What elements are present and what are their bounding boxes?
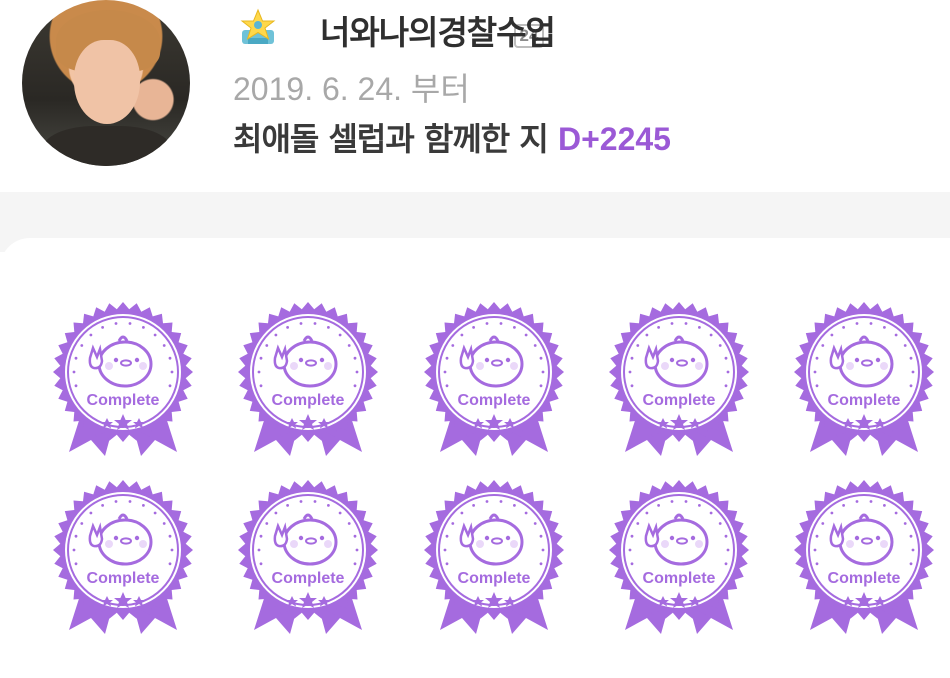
complete-stamp[interactable]: Complete	[605, 300, 753, 460]
medal-badge-icon: Complete	[424, 302, 564, 456]
stamp-label: Complete	[272, 570, 345, 587]
complete-stamp[interactable]: Complete	[790, 300, 938, 460]
stamp-label: Complete	[458, 570, 531, 587]
medal-badge-icon: Complete	[238, 480, 378, 634]
medal-badge-icon: Complete	[609, 302, 749, 456]
complete-stamp[interactable]: Complete	[605, 478, 753, 638]
stamp-label: Complete	[643, 392, 716, 409]
complete-stamp[interactable]: Complete	[420, 300, 568, 460]
medal-badge-icon: Complete	[53, 302, 193, 456]
complete-stamp[interactable]: Complete	[49, 300, 197, 460]
medal-badge-icon: Complete	[794, 302, 934, 456]
stamp-label: Complete	[87, 570, 160, 587]
medal-badge-icon: Complete	[238, 302, 378, 456]
stamp-label: Complete	[828, 392, 901, 409]
medal-badge-icon: Complete	[53, 480, 193, 634]
complete-stamp[interactable]: Complete	[234, 300, 382, 460]
stamp-label: Complete	[458, 392, 531, 409]
medal-badge-icon: Complete	[609, 480, 749, 634]
stamp-label: Complete	[643, 570, 716, 587]
stamp-label: Complete	[828, 570, 901, 587]
medal-badge-icon: Complete	[794, 480, 934, 634]
complete-stamp[interactable]: Complete	[420, 478, 568, 638]
complete-stamp[interactable]: Complete	[49, 478, 197, 638]
stamp-label: Complete	[272, 392, 345, 409]
complete-stamp[interactable]: Complete	[234, 478, 382, 638]
stamp-grid: Complete Complete Complete Complete Complete…	[0, 0, 950, 656]
complete-stamp[interactable]: Complete	[790, 478, 938, 638]
stamp-label: Complete	[87, 392, 160, 409]
medal-badge-icon: Complete	[424, 480, 564, 634]
